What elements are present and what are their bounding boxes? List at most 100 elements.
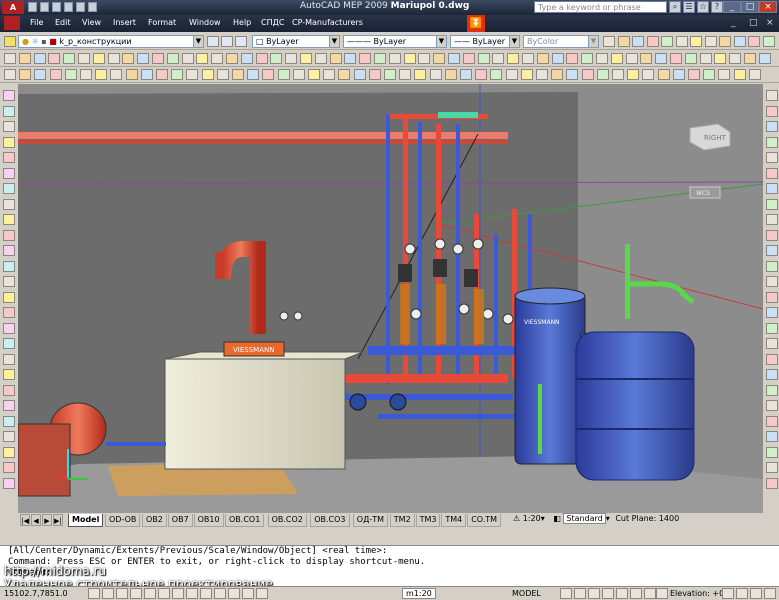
status-toggle-icon[interactable]	[736, 588, 748, 599]
toolbar-tool-icon[interactable]	[329, 53, 342, 64]
toolbar-tool-icon[interactable]	[566, 53, 579, 64]
sidebar-tool-icon[interactable]	[766, 105, 778, 117]
sidebar-tool-icon[interactable]	[3, 167, 15, 179]
sidebar-tool-icon[interactable]	[766, 322, 778, 334]
sidebar-tool-icon[interactable]	[3, 400, 15, 411]
sidebar-tool-icon[interactable]	[766, 431, 778, 442]
status-toggle-icon[interactable]	[158, 588, 170, 599]
status-toggle-icon[interactable]	[602, 588, 614, 599]
layout-tab[interactable]: OB10	[193, 514, 224, 527]
layout-tab[interactable]: OB2	[142, 514, 167, 527]
toolbar-tool-icon[interactable]	[232, 69, 244, 80]
toolbar-tool-icon[interactable]	[699, 53, 712, 64]
toolbar-tool-icon[interactable]	[610, 53, 623, 64]
drawing-viewport[interactable]: VIESSMANN VIESSMANN RIGHT WCS	[18, 84, 763, 513]
sidebar-tool-icon[interactable]	[3, 136, 15, 148]
menu-format[interactable]: Format	[148, 18, 176, 27]
toolbar-tool-icon[interactable]	[581, 53, 594, 64]
toolbar-tool-icon[interactable]	[477, 53, 490, 64]
status-toggle-icon[interactable]	[116, 588, 128, 599]
next-tab-icon[interactable]: ▶	[42, 514, 52, 526]
toolbar-tool-icon[interactable]	[226, 53, 238, 64]
layer-previous-icon[interactable]	[221, 36, 233, 47]
toolbar-tool-icon[interactable]	[625, 53, 638, 64]
sidebar-tool-icon[interactable]	[3, 322, 15, 334]
menu-insert[interactable]: Insert	[113, 18, 136, 27]
sidebar-tool-icon[interactable]	[766, 462, 778, 473]
toolbar-tool-icon[interactable]	[152, 53, 164, 64]
sidebar-tool-icon[interactable]	[3, 229, 15, 241]
toolbar-tool-icon[interactable]	[344, 53, 357, 64]
toolbar-tool-icon[interactable]	[240, 53, 253, 64]
toolbar-tool-icon[interactable]	[216, 69, 229, 80]
status-toggle-icon[interactable]	[130, 588, 142, 599]
status-toggle-icon[interactable]	[228, 588, 240, 599]
toolbar-tool-icon[interactable]	[78, 53, 90, 64]
toolbar-tool-icon[interactable]	[490, 69, 503, 80]
layout-tab[interactable]: TM4	[441, 514, 467, 527]
toolbar-tool-icon[interactable]	[181, 53, 194, 64]
toolbar-tool-icon[interactable]	[255, 53, 268, 64]
display-style-dropdown[interactable]: Standard	[563, 513, 606, 524]
toolbar-tool-icon[interactable]	[642, 69, 655, 80]
toolbar-tool-icon[interactable]	[433, 53, 446, 64]
lineweight-dropdown[interactable]: —— ByLayer ▼	[450, 35, 520, 48]
sidebar-tool-icon[interactable]	[3, 291, 15, 303]
sidebar-tool-icon[interactable]	[766, 245, 778, 256]
toolbar-tool-icon[interactable]	[748, 36, 760, 47]
layer-state-icon[interactable]	[235, 36, 247, 47]
toolbar-tool-icon[interactable]	[18, 53, 31, 64]
toolbar-tool-icon[interactable]	[353, 69, 366, 80]
layout-tab[interactable]: ОД-ТМ	[352, 514, 389, 527]
status-toggle-icon[interactable]	[172, 588, 184, 599]
toolbar-tool-icon[interactable]	[314, 53, 327, 64]
menu-file[interactable]: File	[30, 18, 43, 27]
infocenter-icon[interactable]: ☰	[683, 1, 695, 13]
sidebar-tool-icon[interactable]	[3, 214, 15, 225]
toolbar-tool-icon[interactable]	[262, 69, 275, 80]
toolbar-tool-icon[interactable]	[733, 69, 746, 80]
toolbar-tool-icon[interactable]	[414, 69, 427, 80]
application-menu-button[interactable]: A	[2, 1, 24, 14]
toolbar-tool-icon[interactable]	[201, 69, 214, 80]
toolbar-tool-icon[interactable]	[418, 53, 431, 64]
sidebar-tool-icon[interactable]	[766, 369, 778, 380]
toolbar-tool-icon[interactable]	[522, 53, 534, 64]
annotation-scale[interactable]: 1:20	[523, 514, 541, 523]
toolbar-tool-icon[interactable]	[80, 69, 92, 80]
toolbar-tool-icon[interactable]	[536, 69, 548, 80]
toolbar-tool-icon[interactable]	[729, 53, 742, 64]
toolbar-tool-icon[interactable]	[632, 36, 644, 47]
toolbar-tool-icon[interactable]	[640, 53, 653, 64]
layout-tab[interactable]: OB7	[167, 514, 193, 527]
sidebar-tool-icon[interactable]	[766, 276, 778, 287]
toolbar-tool-icon[interactable]	[388, 53, 401, 64]
status-toggle-icon[interactable]	[722, 588, 734, 599]
sidebar-tool-icon[interactable]	[3, 121, 15, 132]
status-toggle-icon[interactable]	[88, 588, 100, 599]
toolbar-tool-icon[interactable]	[581, 69, 594, 80]
new-icon[interactable]	[28, 2, 37, 12]
sidebar-tool-icon[interactable]	[3, 198, 15, 210]
model-space-toggle[interactable]: MODEL	[512, 589, 541, 598]
toolbar-tool-icon[interactable]	[196, 53, 209, 64]
toolbar-tool-icon[interactable]	[551, 69, 564, 80]
toolbar-tool-icon[interactable]	[49, 69, 62, 80]
toolbar-tool-icon[interactable]	[603, 36, 615, 47]
toolbar-tool-icon[interactable]	[627, 69, 640, 80]
search-input[interactable]: Type a keyword or phrase	[534, 1, 667, 13]
sidebar-tool-icon[interactable]	[766, 229, 778, 241]
toolbar-tool-icon[interactable]	[661, 36, 673, 47]
sidebar-tool-icon[interactable]	[3, 477, 15, 489]
toolbar-tool-icon[interactable]	[399, 69, 412, 80]
sidebar-tool-icon[interactable]	[766, 136, 778, 148]
sidebar-tool-icon[interactable]	[3, 260, 15, 272]
toolbar-tool-icon[interactable]	[657, 69, 670, 80]
sidebar-tool-icon[interactable]	[766, 198, 778, 210]
status-toggle-icon[interactable]	[644, 588, 656, 599]
print-icon[interactable]	[64, 2, 73, 12]
status-toggle-icon[interactable]	[588, 588, 600, 599]
toolbar-tool-icon[interactable]	[655, 53, 668, 64]
toolbar-tool-icon[interactable]	[4, 53, 16, 64]
toolbar-tool-icon[interactable]	[4, 69, 16, 80]
